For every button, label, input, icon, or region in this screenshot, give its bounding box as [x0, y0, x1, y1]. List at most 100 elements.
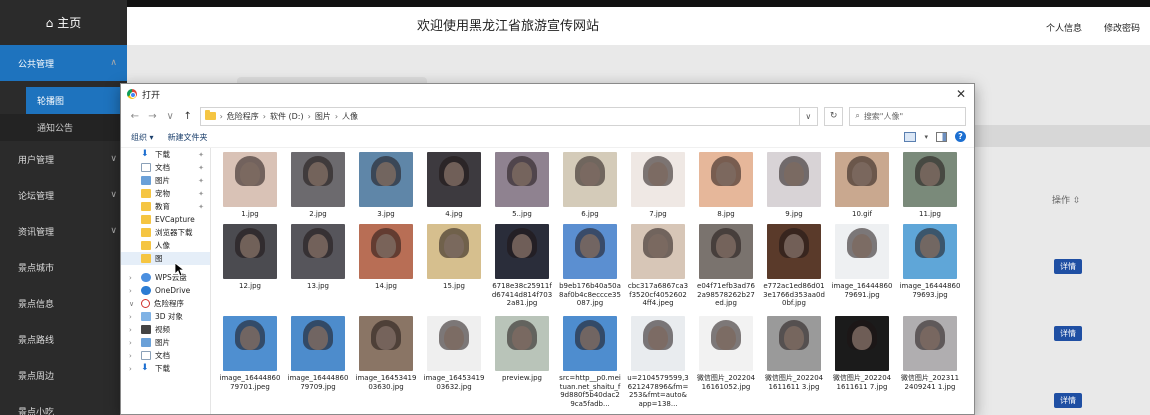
file-item[interactable]: 15.jpg [423, 224, 485, 291]
back-arrow-icon[interactable]: ← [129, 111, 141, 122]
help-icon[interactable]: ? [955, 131, 966, 142]
file-item[interactable]: cbc317a6867ca3f3520cf40526024ff4.jpeg [627, 224, 689, 308]
address-bar[interactable]: › 危险程序 › 软件 (D:) › 图片 › 人像 ∨ [199, 106, 818, 126]
sidebar-item-route[interactable]: 景点路线 [0, 321, 127, 357]
breadcrumb-item[interactable]: 图片 [315, 111, 331, 122]
file-item[interactable]: 13.jpg [287, 224, 349, 291]
file-item[interactable]: 微信图片_2023112409241 1.jpg [899, 316, 961, 391]
file-item[interactable]: 11.jpg [899, 152, 961, 219]
nav-item[interactable]: 文档 ✦ [121, 161, 210, 174]
file-item[interactable]: u=2104579599,3621247896&fm=253&fmt=auto&… [627, 316, 689, 408]
chevron-right-icon[interactable]: › [129, 274, 132, 282]
sidebar-item-snacks[interactable]: 景点小吃 [0, 393, 127, 415]
file-item[interactable]: e04f71efb3ad762a98578262b27ed.jpg [695, 224, 757, 308]
file-item[interactable]: image_1644486079691.jpg [831, 224, 893, 299]
sidebar-item-nearby[interactable]: 景点周边 [0, 357, 127, 393]
chevron-right-icon[interactable]: › [129, 352, 132, 360]
detail-button[interactable]: 详情 [1054, 326, 1082, 341]
sidebar-item-public[interactable]: 公共管理 ∧ [0, 45, 127, 81]
nav-item-label: 危险程序 [154, 299, 184, 308]
nav-item[interactable]: › 视频 [121, 323, 210, 336]
home-link[interactable]: ⌂ 主页 [0, 0, 127, 45]
file-item[interactable]: 2.jpg [287, 152, 349, 219]
file-item[interactable]: 1.jpg [219, 152, 281, 219]
nav-item[interactable]: › 图片 [121, 336, 210, 349]
file-item[interactable]: 5..jpg [491, 152, 553, 219]
chevron-right-icon[interactable]: › [129, 287, 132, 295]
sidebar-item-users[interactable]: 用户管理 ∨ [0, 141, 127, 177]
nav-item[interactable]: › OneDrive [121, 284, 210, 297]
file-item[interactable]: image_1644486079701.jpeg [219, 316, 281, 391]
refresh-icon[interactable]: ↻ [823, 106, 844, 126]
nav-item[interactable]: 人像 [121, 239, 210, 252]
nav-item[interactable]: ⬇ 下载 ✦ [121, 148, 210, 161]
chevron-down-icon[interactable]: ▾ [924, 133, 928, 141]
file-item[interactable]: src=http__p0.meituan.net_shaitu_f9d880f5… [559, 316, 621, 408]
file-item[interactable]: 微信图片_2022041611611 7.jpg [831, 316, 893, 391]
chevron-down-icon: ∨ [110, 226, 117, 236]
cloud-icon [141, 273, 151, 282]
file-item[interactable]: 9.jpg [763, 152, 825, 219]
search-input[interactable]: ⌕ 搜索"人像" [849, 106, 966, 126]
file-item[interactable]: 10.gif [831, 152, 893, 219]
nav-item[interactable]: 教育 ✦ [121, 200, 210, 213]
sidebar-item-news[interactable]: 资讯管理 ∨ [0, 213, 127, 249]
file-name: 6.jpg [581, 210, 599, 218]
nav-item[interactable]: 宠物 ✦ [121, 187, 210, 200]
profile-link[interactable]: 个人信息 [1046, 21, 1082, 34]
breadcrumb-item[interactable]: 软件 (D:) [270, 111, 304, 122]
nav-item[interactable]: ∨ 危险程序 [121, 297, 210, 310]
nav-item[interactable]: › ⬇ 下载 [121, 362, 210, 375]
sidebar-item-forum[interactable]: 论坛管理 ∨ [0, 177, 127, 213]
chevron-right-icon[interactable]: › [129, 365, 132, 373]
file-item[interactable]: image_1644486079709.jpg [287, 316, 349, 391]
file-item[interactable]: image_1645341903632.jpg [423, 316, 485, 391]
nav-item[interactable]: › 文档 [121, 349, 210, 362]
chevron-down-icon[interactable]: ∨ [129, 300, 134, 308]
nav-item[interactable]: › WPS云盘 [121, 271, 210, 284]
up-arrow-icon[interactable]: ↑ [182, 111, 194, 122]
change-password-link[interactable]: 修改密码 [1104, 21, 1140, 34]
breadcrumb-item[interactable]: 危险程序 [227, 111, 259, 122]
preview-pane-icon[interactable] [936, 131, 947, 142]
close-icon[interactable]: ✕ [956, 87, 966, 101]
sidebar-sub-carousel[interactable]: 轮播图 [26, 87, 127, 114]
file-item[interactable]: image_1645341903630.jpg [355, 316, 417, 391]
file-item[interactable]: 6.jpg [559, 152, 621, 219]
sidebar-item-city[interactable]: 景点城市 [0, 249, 127, 285]
organize-button[interactable]: 组织 ▾ [131, 132, 154, 143]
chevron-right-icon[interactable]: › [129, 313, 132, 321]
chevron-down-icon[interactable]: ∨ [798, 107, 817, 125]
forward-arrow-icon[interactable]: → [147, 111, 159, 122]
file-item[interactable]: 微信图片_20220416161052.jpg [695, 316, 757, 391]
detail-button[interactable]: 详情 [1054, 259, 1082, 274]
file-item[interactable]: 14.jpg [355, 224, 417, 291]
nav-item[interactable]: 图片 ✦ [121, 174, 210, 187]
nav-item[interactable]: › 3D 对象 [121, 310, 210, 323]
file-item[interactable]: 微信图片_2022041611611 3.jpg [763, 316, 825, 391]
file-item[interactable]: b9eb176b40a50a8af0b4c8eccce35087.jpg [559, 224, 621, 308]
nav-item[interactable]: 浏览器下载 [121, 226, 210, 239]
chevron-right-icon[interactable]: › [129, 326, 132, 334]
chevron-right-icon[interactable]: › [129, 339, 132, 347]
nav-item[interactable]: 图 [121, 252, 210, 265]
sidebar-sub-notice[interactable]: 通知公告 [0, 114, 127, 141]
breadcrumb-item[interactable]: 人像 [342, 111, 358, 122]
sidebar-item-info[interactable]: 景点信息 [0, 285, 127, 321]
file-item[interactable]: image_1644486079693.jpg [899, 224, 961, 299]
file-item[interactable]: 7.jpg [627, 152, 689, 219]
new-folder-button[interactable]: 新建文件夹 [168, 132, 208, 143]
dialog-title-bar[interactable]: 打开 ✕ [121, 84, 974, 104]
operation-column-header[interactable]: 操作 ⇳ [1052, 193, 1080, 206]
nav-item[interactable]: EVCapture [121, 213, 210, 226]
file-item[interactable]: 3.jpg [355, 152, 417, 219]
file-item[interactable]: 4.jpg [423, 152, 485, 219]
file-item[interactable]: 6718e38c25911fd67414d814f7032a81.jpg [491, 224, 553, 308]
file-item[interactable]: e772ac1ed86d013e1766d353aa0d0bf.jpg [763, 224, 825, 308]
file-item[interactable]: 8.jpg [695, 152, 757, 219]
view-mode-icon[interactable] [904, 131, 917, 142]
recent-dropdown-icon[interactable]: ∨ [164, 111, 176, 122]
file-item[interactable]: 12.jpg [219, 224, 281, 291]
detail-button[interactable]: 详情 [1054, 393, 1082, 408]
file-item[interactable]: preview.jpg [491, 316, 553, 383]
